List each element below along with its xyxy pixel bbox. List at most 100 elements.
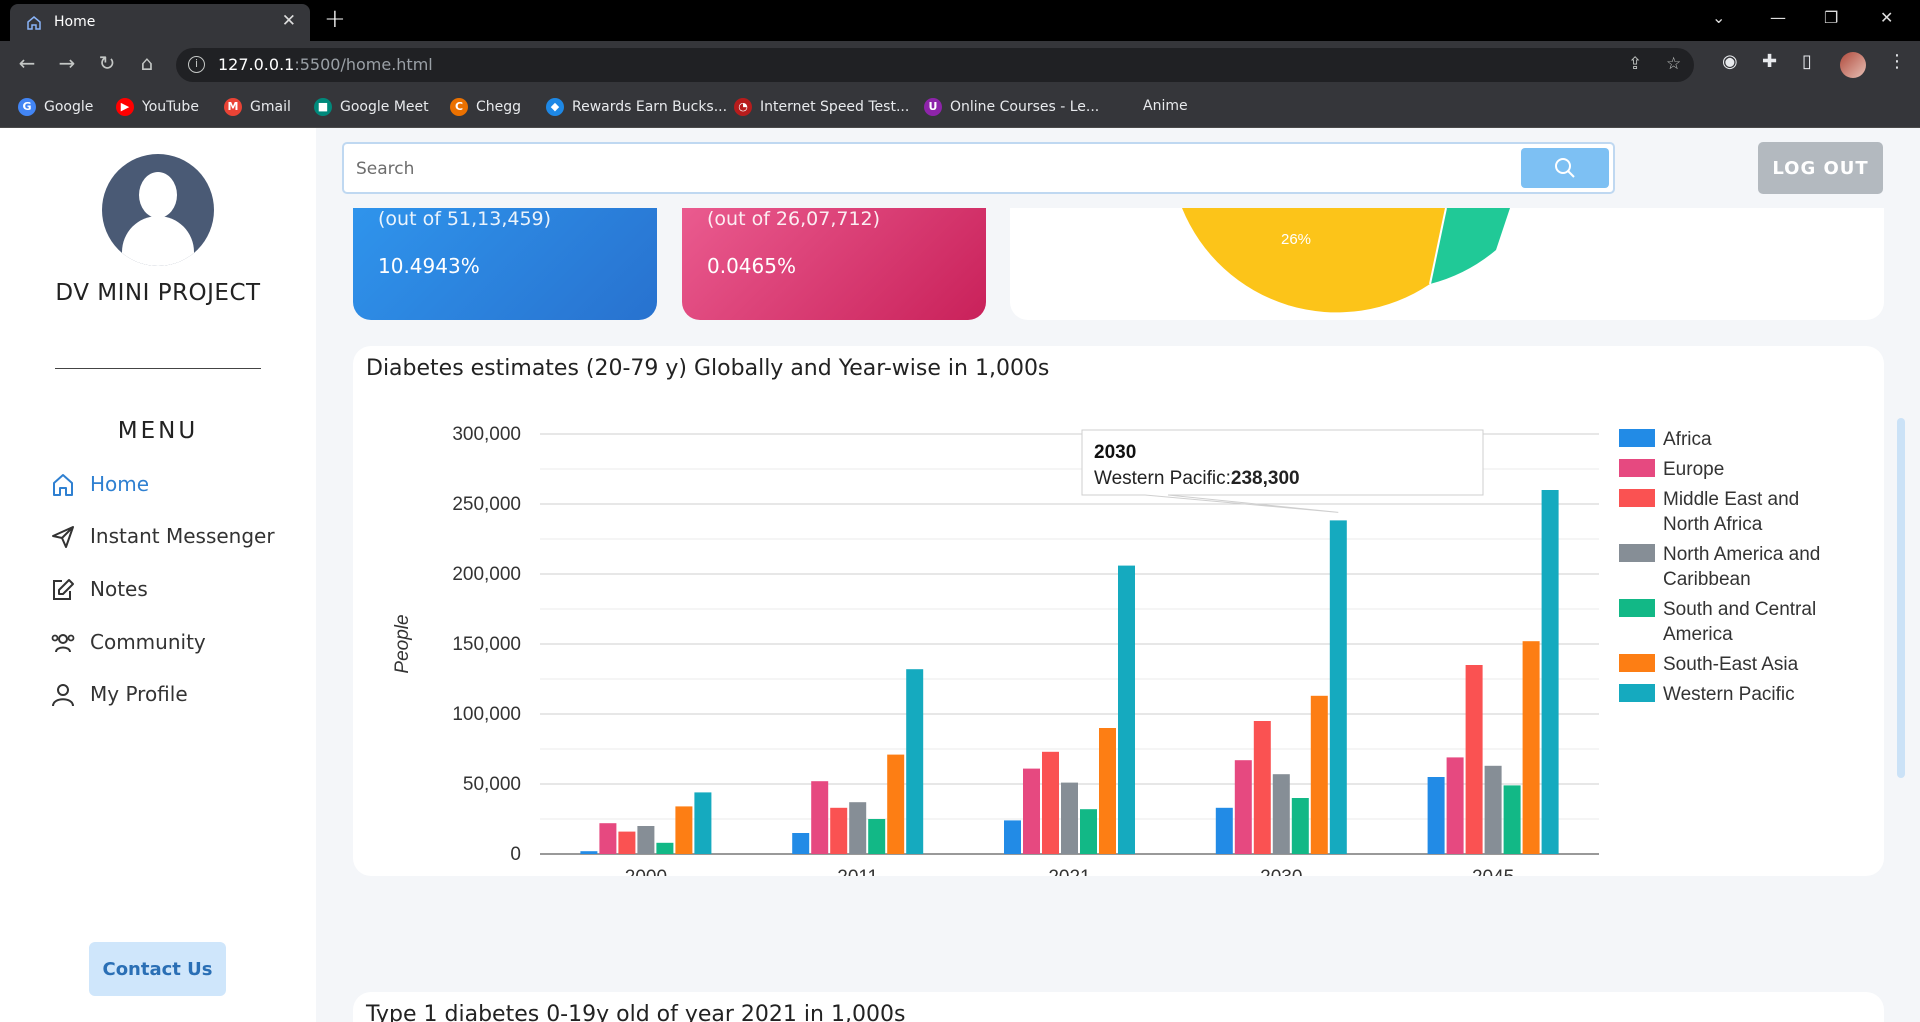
bookmark-gmail[interactable]: M Gmail — [224, 98, 291, 116]
legend-label: Europe — [1663, 459, 1724, 480]
youtube-icon: ▶ — [116, 98, 134, 116]
back-icon[interactable]: ← — [14, 51, 40, 75]
chart-bar — [1541, 490, 1559, 854]
chart-bar — [830, 807, 848, 854]
legend-swatch — [1619, 459, 1655, 477]
chart-bar — [1446, 757, 1464, 854]
reload-icon[interactable]: ↻ — [94, 51, 120, 75]
sidebar-item-label: My Profile — [90, 682, 188, 706]
chart-bar — [1522, 641, 1540, 854]
bookmark-google-meet[interactable]: ■ Google Meet — [314, 98, 429, 116]
minimize-icon[interactable]: — — [1770, 8, 1786, 27]
chart-bar — [1291, 798, 1309, 854]
legend-label: Caribbean — [1663, 569, 1751, 590]
legend-swatch — [1619, 684, 1655, 702]
restore-icon[interactable]: ❐ — [1824, 8, 1838, 27]
new-tab-icon[interactable]: + — [324, 4, 346, 34]
stat-subtitle: (out of 51,13,459) — [378, 208, 552, 230]
pie-slice — [1182, 208, 1446, 313]
legend-label: North Africa — [1663, 514, 1763, 535]
chart-bar — [599, 823, 617, 854]
tooltip-value: Western Pacific:238,300 — [1094, 468, 1300, 489]
chart-bar — [868, 819, 886, 854]
logout-button[interactable]: LOG OUT — [1758, 142, 1883, 194]
site-info-icon[interactable]: i — [188, 56, 205, 73]
project-title: DV MINI PROJECT — [55, 280, 261, 306]
chart-bar — [580, 851, 598, 854]
stat-card: (out of 26,07,712) 0.0465% — [682, 208, 986, 320]
bookmark-star-icon[interactable]: ☆ — [1666, 54, 1681, 74]
x-tick-label: 2000 — [625, 867, 667, 876]
extension-icon[interactable]: ◉ — [1722, 51, 1738, 72]
chart-bar — [1042, 751, 1059, 854]
chart-bar — [1465, 665, 1483, 854]
pie-label: 26% — [1281, 231, 1311, 248]
bookmark-speed-test[interactable]: ◔ Internet Speed Test... — [734, 98, 909, 116]
speed-test-icon: ◔ — [734, 98, 752, 116]
page-scrollbar[interactable] — [1897, 418, 1905, 778]
x-tick-label: 2030 — [1260, 867, 1302, 876]
legend-label: South and Central — [1663, 599, 1816, 620]
chart-bar — [637, 826, 655, 854]
chart-bar — [1099, 728, 1116, 854]
udemy-icon: U — [924, 98, 942, 116]
forward-icon[interactable]: → — [54, 51, 80, 75]
legend-label: Africa — [1663, 429, 1712, 450]
chart-bar — [618, 831, 636, 854]
x-tick-label: 2011 — [837, 867, 878, 876]
y-tick-label: 0 — [510, 844, 521, 865]
share-icon[interactable]: ⇪ — [1628, 54, 1642, 74]
bookmark-youtube[interactable]: ▶ YouTube — [116, 98, 199, 116]
user-icon — [52, 684, 74, 707]
y-tick-label: 250,000 — [452, 494, 521, 515]
y-tick-label: 300,000 — [452, 424, 521, 445]
chart-bar — [675, 806, 693, 854]
bookmark-google[interactable]: G Google — [18, 98, 93, 116]
side-panel-icon[interactable]: ▯ — [1802, 51, 1812, 72]
bookmark-anime[interactable]: Anime — [1143, 98, 1188, 114]
chart-bar — [694, 792, 712, 854]
tab-search-icon[interactable]: ⌄ — [1712, 8, 1725, 27]
legend-label: Western Pacific — [1663, 684, 1795, 705]
bookmark-online-courses[interactable]: U Online Courses - Le... — [924, 98, 1099, 116]
chart-bar — [849, 802, 867, 854]
more-menu-icon[interactable]: ⋮ — [1888, 51, 1906, 72]
chart-bar — [1004, 820, 1021, 854]
sidebar: DV MINI PROJECT MENU Home Instant Messen… — [0, 128, 316, 1022]
chart-bar — [1503, 785, 1521, 854]
next-chart-card: Type 1 diabetes 0-19y old of year 2021 i… — [353, 992, 1884, 1022]
home-icon — [53, 474, 73, 496]
y-tick-label: 200,000 — [452, 564, 521, 585]
bookmark-rewards[interactable]: ◆ Rewards Earn Bucks... — [546, 98, 727, 116]
tooltip-title: 2030 — [1094, 442, 1136, 463]
meet-icon: ■ — [314, 98, 332, 116]
stat-subtitle: (out of 26,07,712) — [707, 208, 881, 230]
profile-avatar[interactable] — [1840, 52, 1866, 78]
bookmark-chegg[interactable]: C Chegg — [450, 98, 521, 116]
user-avatar — [102, 154, 214, 266]
contact-us-button[interactable]: Contact Us — [89, 942, 226, 996]
legend-swatch — [1619, 599, 1655, 617]
chart-bar — [1427, 777, 1445, 854]
gmail-icon: M — [224, 98, 242, 116]
legend-label: America — [1663, 624, 1733, 645]
chart-bar — [1080, 809, 1097, 854]
browser-tab-bar: Home ✕ + ⌄ — ❐ ✕ — [0, 0, 1920, 41]
address-bar[interactable]: i 127.0.0.1:5500/home.html ⇪ ☆ — [176, 48, 1694, 82]
search-input[interactable] — [356, 156, 1456, 182]
home-button-icon[interactable]: ⌂ — [134, 51, 160, 75]
chart-bar — [1118, 565, 1135, 854]
window-close-icon[interactable]: ✕ — [1880, 8, 1893, 27]
search-button[interactable] — [1521, 148, 1609, 188]
y-axis-title: People — [392, 614, 413, 673]
chart-bar — [1272, 774, 1290, 854]
pie-chart-card: 26% — [1010, 207, 1884, 320]
chart-bar — [906, 669, 924, 854]
url-text: 127.0.0.1:5500/home.html — [218, 55, 433, 74]
browser-tab[interactable]: Home ✕ — [10, 4, 310, 41]
bar-chart-card: Diabetes estimates (20-79 y) Globally an… — [353, 346, 1884, 876]
legend-swatch — [1619, 429, 1655, 447]
send-icon — [52, 526, 74, 548]
close-tab-icon[interactable]: ✕ — [282, 11, 296, 31]
puzzle-icon[interactable]: ✚ — [1762, 51, 1777, 72]
